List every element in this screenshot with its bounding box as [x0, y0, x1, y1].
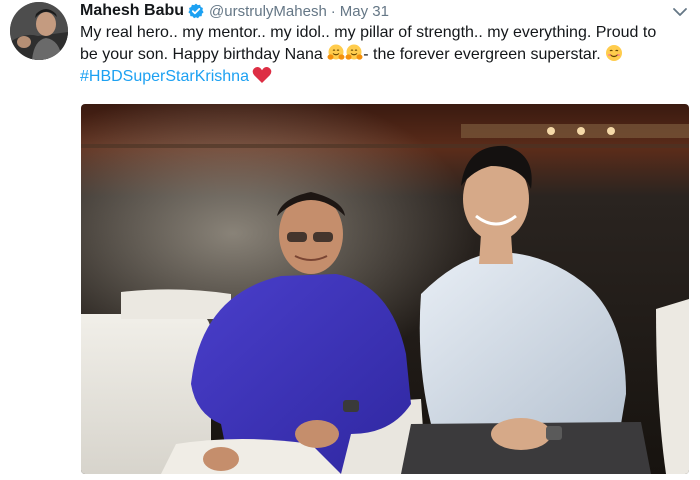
- author-name[interactable]: Mahesh Babu: [80, 2, 184, 20]
- tweet-header: Mahesh Babu @urstrulyMahesh · May 31: [80, 0, 389, 22]
- verified-badge-icon: [188, 3, 204, 19]
- tweet-timestamp[interactable]: May 31: [340, 3, 389, 20]
- avatar[interactable]: [10, 2, 68, 60]
- tweet-text-line-2b: - the forever evergreen superstar.: [363, 46, 606, 63]
- author-handle[interactable]: @urstrulyMahesh: [209, 3, 327, 20]
- header-separator: ·: [330, 2, 336, 20]
- red-heart-icon: [252, 66, 272, 84]
- hugging-face-emoji: [345, 44, 363, 62]
- tweet-text: My real hero.. my mentor.. my idol.. my …: [80, 22, 695, 88]
- tweet-photo[interactable]: [81, 104, 689, 474]
- smiling-face-emoji: [605, 44, 623, 62]
- tweet-text-line-2a: be your son. Happy birthday Nana: [80, 46, 328, 63]
- tweet-card[interactable]: Mahesh Babu @urstrulyMahesh · May 31 My …: [0, 0, 700, 480]
- hashtag-link[interactable]: #HBDSuperStarKrishna: [80, 68, 249, 85]
- hugging-face-emoji: [327, 44, 345, 62]
- tweet-text-line-1: My real hero.. my mentor.. my idol.. my …: [80, 24, 657, 41]
- chevron-down-icon[interactable]: [672, 5, 688, 17]
